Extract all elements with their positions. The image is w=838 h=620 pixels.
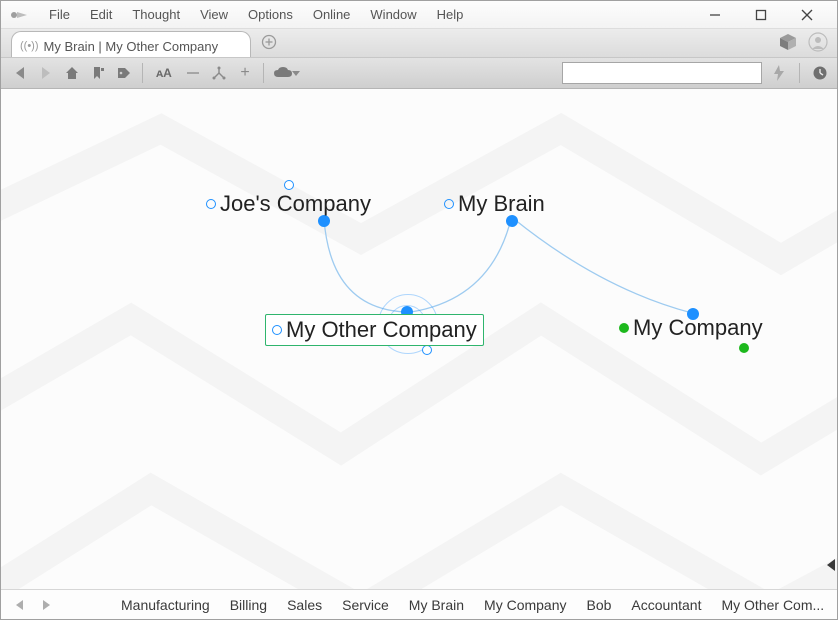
window-maximize-button[interactable]	[747, 5, 775, 25]
menu-online[interactable]: Online	[303, 5, 361, 24]
home-button[interactable]	[61, 62, 83, 84]
crumb-item[interactable]: Manufacturing	[121, 597, 210, 613]
menu-file[interactable]: File	[39, 5, 80, 24]
node-child-dot-icon[interactable]	[739, 343, 749, 353]
map-pin-icon[interactable]	[87, 62, 109, 84]
menu-edit[interactable]: Edit	[80, 5, 122, 24]
thought-node-my-other-company-active[interactable]: My Other Company	[265, 314, 484, 346]
toolbar-separator	[799, 63, 800, 83]
node-label: My Company	[633, 315, 763, 341]
link-gate[interactable]	[422, 345, 432, 355]
menu-view[interactable]: View	[190, 5, 238, 24]
footer-bar: Manufacturing Billing Sales Service My B…	[1, 589, 837, 619]
node-label: My Other Company	[286, 317, 477, 343]
thought-node-my-brain[interactable]: My Brain	[444, 191, 545, 217]
thought-node-joes-company[interactable]: Joe's Company	[206, 191, 371, 217]
menu-window[interactable]: Window	[360, 5, 426, 24]
search-input[interactable]	[562, 62, 762, 84]
add-tab-button[interactable]	[261, 34, 277, 53]
node-type-dot-icon	[619, 323, 629, 333]
link-gate[interactable]	[284, 180, 294, 190]
app-logo-icon	[7, 4, 29, 26]
node-label: My Brain	[458, 191, 545, 217]
history-back-button[interactable]	[9, 594, 31, 616]
tab-title: My Brain | My Other Company	[44, 39, 219, 54]
menu-bar: File Edit Thought View Options Online Wi…	[1, 1, 837, 29]
plex-canvas[interactable]: Joe's Company My Brain My Other Company …	[1, 89, 837, 589]
node-gate-icon	[272, 325, 282, 335]
window-close-button[interactable]	[793, 5, 821, 25]
node-gate-icon	[444, 199, 454, 209]
toolbar: ᴀA +	[1, 57, 837, 89]
crumb-item[interactable]: Accountant	[631, 597, 701, 613]
toolbar-separator	[142, 63, 143, 83]
crumb-item[interactable]: My Brain	[409, 597, 464, 613]
cloud-sync-button[interactable]	[271, 62, 301, 84]
font-size-button[interactable]: ᴀA	[150, 62, 178, 84]
clock-icon[interactable]	[809, 62, 831, 84]
thought-node-my-company[interactable]: My Company	[619, 315, 763, 341]
history-forward-button[interactable]	[35, 594, 57, 616]
menu-help[interactable]: Help	[427, 5, 474, 24]
toolbar-separator	[263, 63, 264, 83]
tab-strip: ((•)) My Brain | My Other Company	[1, 29, 837, 57]
nav-back-button[interactable]	[9, 62, 31, 84]
box-icon[interactable]	[777, 31, 799, 53]
menu-thought[interactable]: Thought	[122, 5, 190, 24]
app-window: File Edit Thought View Options Online Wi…	[0, 0, 838, 620]
node-gate-icon	[206, 199, 216, 209]
layout-button[interactable]	[208, 62, 230, 84]
window-minimize-button[interactable]	[701, 5, 729, 25]
tag-icon[interactable]	[113, 62, 135, 84]
node-label: Joe's Company	[220, 191, 371, 217]
menu-options[interactable]: Options	[238, 5, 303, 24]
crumb-item[interactable]: My Other Com...	[721, 597, 824, 613]
crumb-item[interactable]: Billing	[230, 597, 267, 613]
tab-active[interactable]: ((•)) My Brain | My Other Company	[11, 31, 251, 57]
instant-activate-icon[interactable]	[768, 62, 790, 84]
zoom-in-button[interactable]: +	[234, 62, 256, 84]
user-avatar-icon[interactable]	[807, 31, 829, 53]
nav-forward-button[interactable]	[35, 62, 57, 84]
canvas-scroll-right-icon[interactable]	[827, 559, 835, 571]
crumb-item[interactable]: Sales	[287, 597, 322, 613]
crumb-item[interactable]: Service	[342, 597, 389, 613]
wander-button[interactable]	[182, 62, 204, 84]
crumb-item[interactable]: My Company	[484, 597, 566, 613]
broadcast-icon: ((•))	[20, 40, 39, 52]
breadcrumb-history: Manufacturing Billing Sales Service My B…	[61, 597, 829, 613]
crumb-item[interactable]: Bob	[587, 597, 612, 613]
